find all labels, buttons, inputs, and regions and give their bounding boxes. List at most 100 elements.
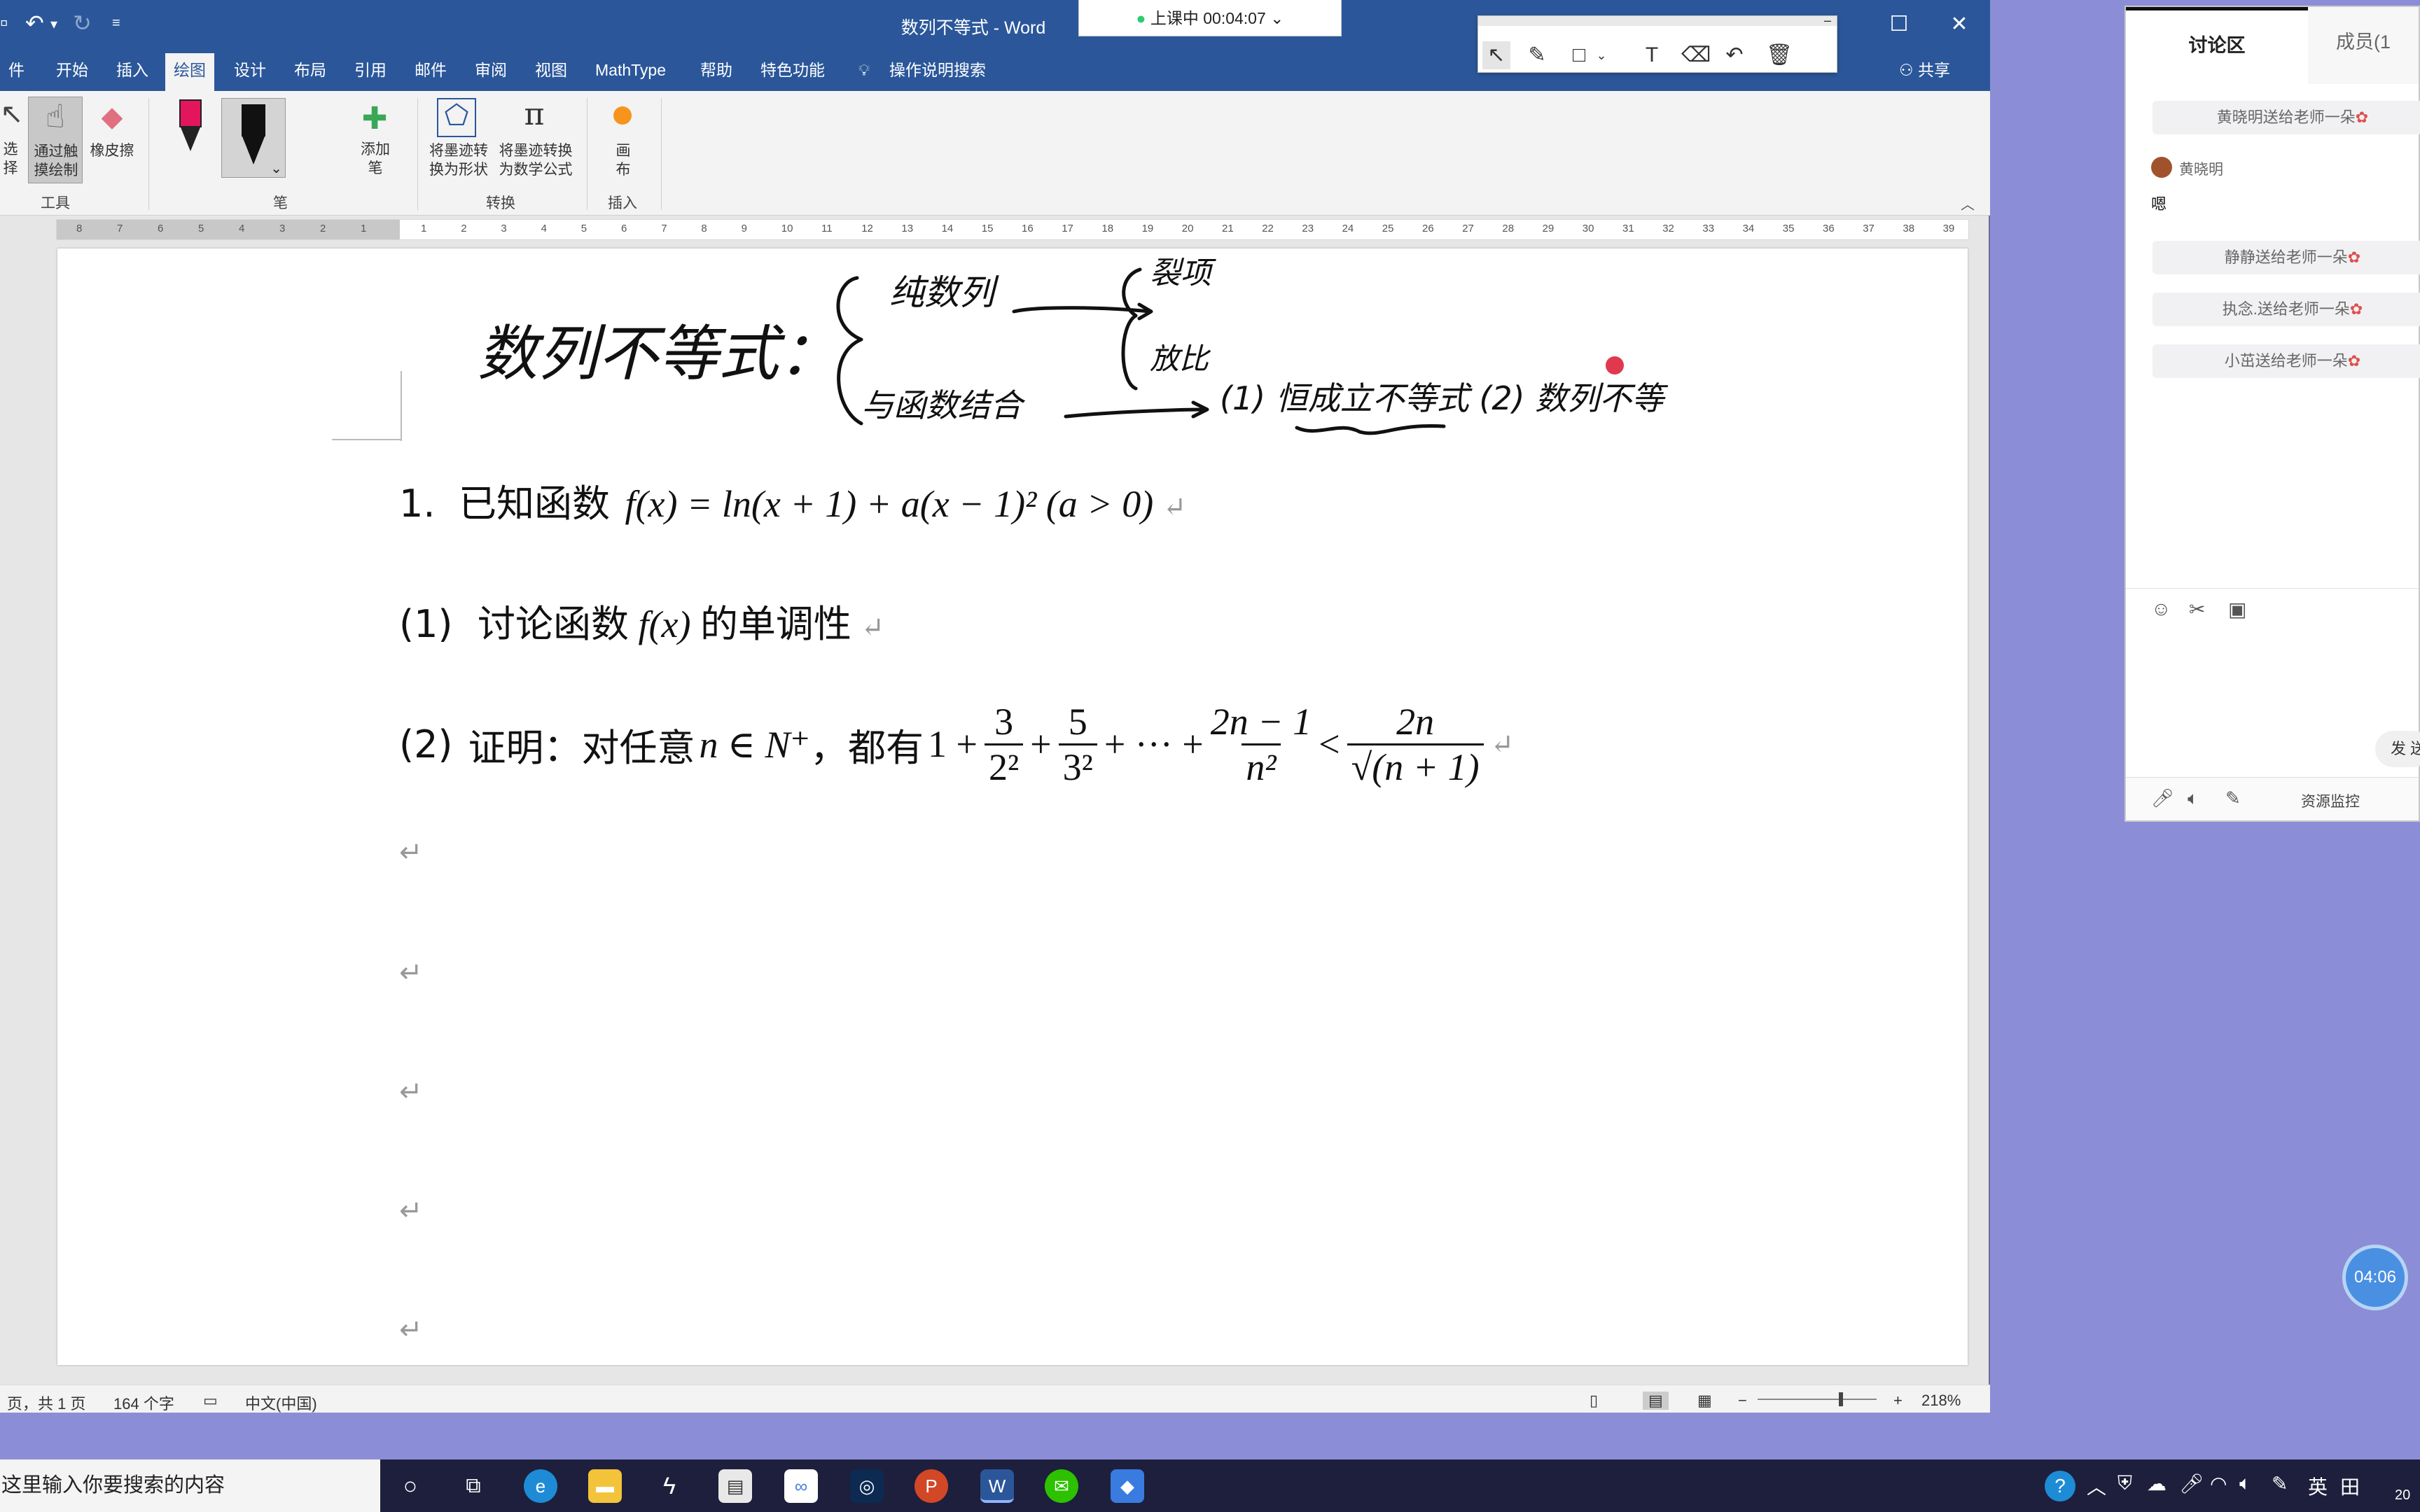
redo-icon[interactable]: ↻ xyxy=(73,10,92,36)
canvas-label[interactable]: 画 布 xyxy=(604,141,643,179)
tab-references[interactable]: 引用 xyxy=(346,59,395,91)
save-icon[interactable]: ▫ xyxy=(0,10,8,36)
zoom-level[interactable]: 218% xyxy=(1921,1392,1961,1410)
fraction-1: 3 2² xyxy=(984,700,1024,789)
canvas-icon[interactable] xyxy=(613,106,632,125)
tab-draw[interactable]: 绘图 xyxy=(165,53,214,91)
baidu-netdisk-icon[interactable]: ∞ xyxy=(784,1469,818,1503)
countdown-bubble[interactable]: 04:06 xyxy=(2342,1245,2408,1310)
ink-to-math-label[interactable]: 将墨迹转换 为数学公式 xyxy=(492,141,580,179)
edge-icon[interactable]: e xyxy=(524,1469,557,1503)
undo-icon[interactable]: ↶ xyxy=(25,10,44,36)
touch-draw-button[interactable]: ☝ 通过触 摸绘制 xyxy=(28,97,83,183)
tab-insert[interactable]: 插入 xyxy=(108,59,157,91)
lightning-app-icon[interactable]: ϟ xyxy=(653,1469,686,1503)
clear-all-icon[interactable]: 🗑︎ xyxy=(1765,41,1793,69)
web-layout-icon[interactable]: ▦ xyxy=(1697,1392,1712,1410)
zoom-slider-thumb[interactable] xyxy=(1839,1392,1843,1406)
read-mode-icon[interactable]: ▯ xyxy=(1590,1392,1598,1410)
add-pen-label[interactable]: 添加 笔 xyxy=(347,140,403,178)
page-count[interactable]: 页，共 1 页 xyxy=(7,1392,85,1414)
tab-discussion[interactable]: 讨论区 xyxy=(2126,7,2308,84)
lightbulb-icon: 💡︎ xyxy=(858,61,870,79)
pen-tray-icon[interactable]: ✎ xyxy=(2272,1472,2288,1495)
word-icon[interactable]: W xyxy=(980,1469,1014,1503)
share-button[interactable]: ⚇ 共享 xyxy=(1891,59,1959,91)
customize-quick-access-icon[interactable]: ≡ xyxy=(112,15,120,31)
zoom-slider[interactable] xyxy=(1758,1399,1877,1400)
maximize-button[interactable]: ☐ xyxy=(1878,8,1920,41)
class-timer[interactable]: ● 上课中 00:04:07 ⌄ xyxy=(1078,0,1342,36)
files-icon[interactable]: ▤ xyxy=(718,1469,752,1503)
help-icon[interactable]: ? xyxy=(2045,1471,2075,1502)
undo-dropdown-icon[interactable]: ▾ xyxy=(50,15,57,33)
tab-mailings[interactable]: 邮件 xyxy=(406,59,455,91)
microphone-icon[interactable]: 🎤︎ xyxy=(2151,788,2174,809)
network-app-icon[interactable]: ☁ xyxy=(2147,1472,2167,1495)
task-view-icon[interactable]: ⧉ xyxy=(457,1469,490,1503)
add-pen-plus-icon[interactable]: ✚ xyxy=(359,101,391,136)
tab-members[interactable]: 成员(1 xyxy=(2336,7,2420,84)
tab-design[interactable]: 设计 xyxy=(225,59,274,91)
tab-help[interactable]: 帮助 xyxy=(692,59,741,91)
ink-to-shape-icon[interactable]: ⬠ xyxy=(437,98,476,137)
tab-layout[interactable]: 布局 xyxy=(286,59,335,91)
black-pen-button[interactable]: ⌄ xyxy=(221,98,286,178)
media-app-icon[interactable]: ◎ xyxy=(850,1469,884,1503)
pen-tool-icon[interactable]: ✎ xyxy=(1523,41,1551,69)
toolbar-drag-handle[interactable] xyxy=(1478,16,1837,26)
select-cursor-icon[interactable]: ↖ xyxy=(0,98,24,133)
taskbar-search-input[interactable]: 这里输入你要搜索的内容 xyxy=(0,1460,380,1512)
pen-permission-icon[interactable]: ✎ xyxy=(2225,788,2241,809)
tab-review[interactable]: 审阅 xyxy=(466,59,515,91)
avatar[interactable] xyxy=(2151,157,2172,178)
proofing-icon[interactable]: ▭ xyxy=(203,1392,218,1410)
print-layout-icon[interactable]: ▤ xyxy=(1643,1392,1669,1410)
send-button[interactable]: 发 送 xyxy=(2375,731,2420,767)
cortana-icon[interactable]: ○ xyxy=(394,1469,427,1503)
text-tool-icon[interactable]: T xyxy=(1638,41,1666,69)
ink-to-math-icon[interactable]: π xyxy=(510,97,559,139)
pointer-tool-icon[interactable]: ↖ xyxy=(1482,41,1510,69)
close-button[interactable]: ✕ xyxy=(1938,8,1980,41)
zoom-out-button[interactable]: − xyxy=(1738,1392,1747,1410)
pink-pen-button[interactable] xyxy=(178,99,203,162)
file-explorer-icon[interactable]: ▬ xyxy=(588,1469,622,1503)
tell-me-search[interactable]: 操作说明搜索 xyxy=(881,59,994,91)
resource-monitor[interactable]: 资源监控 xyxy=(2301,790,2360,811)
chevron-up-icon[interactable]: ︿ xyxy=(2087,1472,2106,1500)
pen-dropdown-icon[interactable]: ⌄ xyxy=(270,160,282,177)
clock-year[interactable]: 20 xyxy=(2395,1488,2410,1504)
security-icon[interactable]: ⛨ xyxy=(2118,1472,2132,1495)
chevron-down-icon[interactable]: ⌄ xyxy=(1270,9,1284,27)
scissors-icon[interactable]: ✂ xyxy=(2189,598,2205,621)
toolbar-minimize-icon[interactable]: – xyxy=(1824,13,1831,28)
speaker-icon[interactable]: 🔈︎ xyxy=(2188,788,2199,810)
shape-dropdown-icon[interactable]: ⌄ xyxy=(1587,41,1615,69)
tab-mathtype[interactable]: MathType xyxy=(587,59,674,91)
wifi-icon[interactable]: ◠ xyxy=(2210,1472,2227,1495)
ime-indicator[interactable]: 英 xyxy=(2308,1472,2328,1500)
word-count[interactable]: 164 个字 xyxy=(113,1392,174,1414)
language[interactable]: 中文(中国) xyxy=(245,1392,317,1414)
tab-home[interactable]: 开始 xyxy=(48,59,97,91)
eraser-icon[interactable]: ◆ xyxy=(91,101,133,136)
document-page[interactable]: 数列不等式： 纯数列 与函数结合 裂项 放比 (1) 恒成立不等式 (2) 数列… xyxy=(57,248,1968,1365)
emoji-icon[interactable]: ☺ xyxy=(2151,598,2171,620)
undo-tool-icon[interactable]: ↶ xyxy=(1720,41,1748,69)
zoom-in-button[interactable]: + xyxy=(1893,1392,1903,1410)
tab-file[interactable]: 件 xyxy=(0,59,33,91)
collapse-ribbon-icon[interactable]: ︿ xyxy=(1961,193,1975,214)
tab-view[interactable]: 视图 xyxy=(527,59,576,91)
powerpoint-icon[interactable]: P xyxy=(915,1469,948,1503)
microphone-tray-icon[interactable]: 🎤︎ xyxy=(2179,1472,2204,1495)
tab-special-features[interactable]: 特色功能 xyxy=(752,59,833,91)
classroom-app-icon[interactable]: ◆ xyxy=(1111,1469,1144,1503)
ink-to-shape-label[interactable]: 将墨迹转 换为形状 xyxy=(420,141,497,179)
wechat-icon[interactable]: ✉ xyxy=(1045,1469,1078,1503)
image-icon[interactable]: ▣ xyxy=(2228,598,2246,621)
eraser-tool-icon[interactable]: ⌫ xyxy=(1681,41,1711,69)
volume-icon[interactable]: 🔈︎ xyxy=(2239,1472,2251,1495)
input-mode-icon[interactable]: 田 xyxy=(2340,1472,2360,1500)
horizontal-ruler[interactable]: 8 7 6 5 4 3 2 1 1 2 3 4 5 6 7 8 9 10 11 12 13 14 15 16 1… xyxy=(56,219,1969,240)
